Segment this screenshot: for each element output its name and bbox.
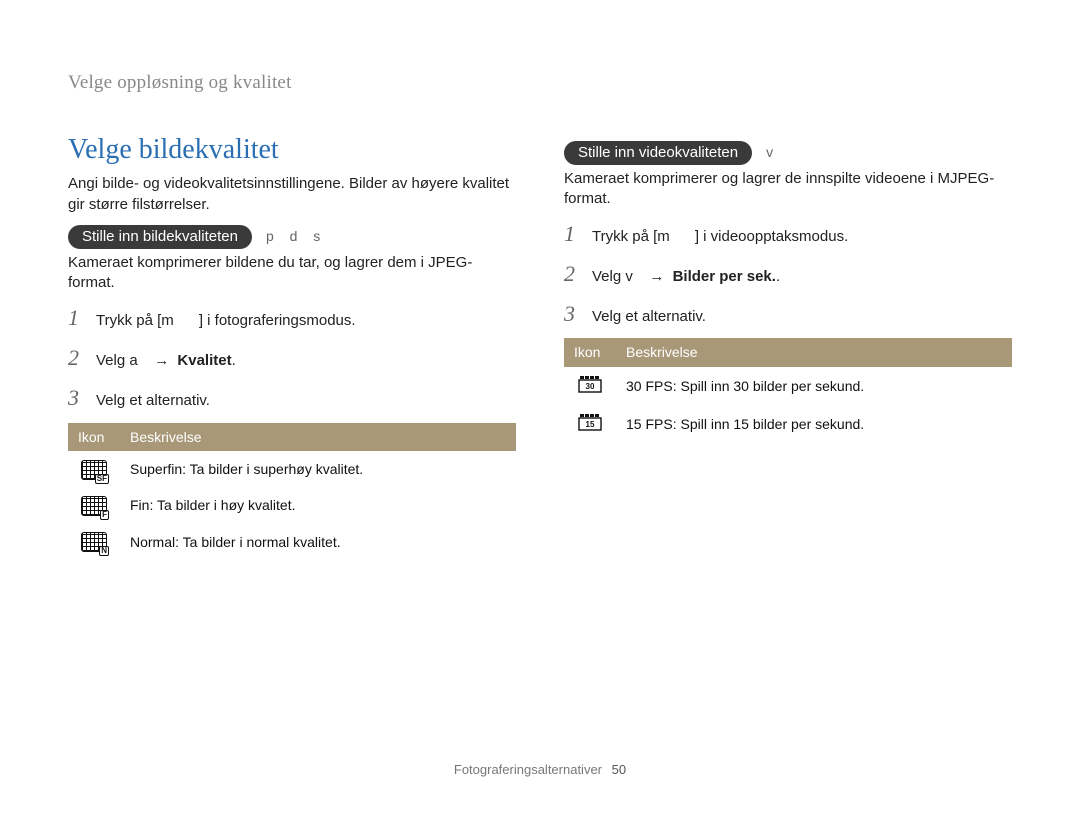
step-2: 2 Velg v → Bilder per sek.. [564,259,1012,289]
th-icon: Ikon [68,423,120,452]
table-row: N Normal: Ta bilder i normal kvalitet. [68,524,516,560]
step-3: 3 Velg et alternativ. [564,299,1012,329]
step-text: Velg et alternativ. [592,307,706,327]
svg-text:30: 30 [586,382,595,391]
subheading-line: Stille inn bildekvaliteten p d s [68,225,516,249]
step-2: 2 Velg a → Kvalitet. [68,343,516,373]
table-row: F Fin: Ta bilder i høy kvalitet. [68,488,516,524]
step-text: Velg v → Bilder per sek.. [592,267,780,287]
table-row: 30 30 FPS: Spill inn 30 bilder per sekun… [564,367,1012,405]
th-desc: Beskrivelse [616,338,1012,367]
left-column: Velge bildekvalitet Angi bilde- og video… [68,131,516,561]
section-intro: Angi bilde- og videokvalitetsinnstilling… [68,174,516,215]
page-footer: Fotograferingsalternativer 50 [0,761,1080,779]
cell-desc: Normal: Ta bilder i normal kvalitet. [120,524,516,560]
step-number: 3 [68,383,86,413]
subheading-line: Stille inn videokvaliteten v [564,141,1012,165]
quality-icon-fin: F [68,488,120,524]
step-number: 3 [564,299,582,329]
breadcrumb: Velge oppløsning og kvalitet [68,70,1012,96]
step-number: 2 [68,343,86,373]
columns: Velge bildekvalitet Angi bilde- og video… [68,131,1012,561]
cell-desc: Fin: Ta bilder i høy kvalitet. [120,488,516,524]
quality-icon-normal: N [68,524,120,560]
step-number: 1 [564,219,582,249]
cell-desc: Superfin: Ta bilder i superhøy kvalitet. [120,451,516,487]
table-row: SF Superfin: Ta bilder i superhøy kvalit… [68,451,516,487]
step-3: 3 Velg et alternativ. [68,383,516,413]
video-quality-intro: Kameraet komprimerer og lagrer de innspi… [564,169,1012,210]
fps-icon-15: 15 [564,405,616,443]
footer-section: Fotograferingsalternativer [454,762,602,777]
th-desc: Beskrivelse [120,423,516,452]
step-1: 1 Trykk på [m ] i fotograferingsmodus. [68,303,516,333]
image-quality-steps: 1 Trykk på [m ] i fotograferingsmodus. 2… [68,303,516,412]
step-number: 2 [564,259,582,289]
section-title: Velge bildekvalitet [68,131,516,169]
cell-desc: 15 FPS: Spill inn 15 bilder per sekund. [616,405,1012,443]
step-text: Velg a → Kvalitet. [96,351,236,371]
page: Velge oppløsning og kvalitet Velge bilde… [0,0,1080,560]
image-quality-intro: Kameraet komprimerer bildene du tar, og … [68,253,516,294]
table-row: 15 15 FPS: Spill inn 15 bilder per sekun… [564,405,1012,443]
quality-icon-superfin: SF [68,451,120,487]
step-number: 1 [68,303,86,333]
step-text: Velg et alternativ. [96,391,210,411]
video-quality-steps: 1 Trykk på [m ] i videoopptaksmodus. 2 V… [564,219,1012,328]
svg-text:15: 15 [586,420,595,429]
mode-icons: p d s [266,227,326,246]
mode-icons: v [766,143,779,162]
image-quality-pill: Stille inn bildekvaliteten [68,225,252,249]
th-icon: Ikon [564,338,616,367]
right-column: Stille inn videokvaliteten v Kameraet ko… [564,131,1012,561]
step-1: 1 Trykk på [m ] i videoopptaksmodus. [564,219,1012,249]
video-quality-pill: Stille inn videokvaliteten [564,141,752,165]
cell-desc: 30 FPS: Spill inn 30 bilder per sekund. [616,367,1012,405]
page-number: 50 [612,762,626,777]
video-fps-table: Ikon Beskrivelse 30 30 FPS: Spill inn 30… [564,338,1012,443]
step-text: Trykk på [m ] i fotograferingsmodus. [96,311,356,331]
fps-icon-30: 30 [564,367,616,405]
step-text: Trykk på [m ] i videoopptaksmodus. [592,227,848,247]
image-quality-table: Ikon Beskrivelse SF Superfin: Ta bilder … [68,423,516,561]
